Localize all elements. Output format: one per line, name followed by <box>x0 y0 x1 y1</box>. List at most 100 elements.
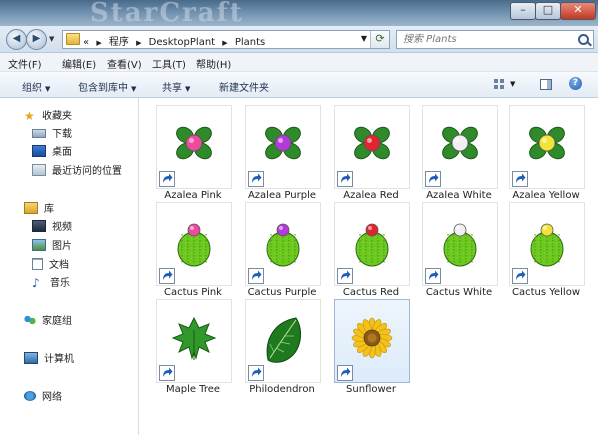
change-view-icon[interactable] <box>494 79 504 89</box>
video-library-icon <box>32 220 46 232</box>
chevron-down-icon: ▼ <box>45 85 51 93</box>
title-bar[interactable]: StarCraft – □ ✕ <box>0 0 598 28</box>
file-tile[interactable] <box>245 105 321 189</box>
organize-button[interactable]: 组织 ▼ <box>22 79 50 94</box>
picture-library-icon <box>32 239 46 251</box>
include-in-library-label: 包含到库中 <box>78 83 128 94</box>
search-input[interactable] <box>403 31 563 47</box>
chevron-right-icon[interactable]: ▶ <box>222 39 227 47</box>
breadcrumb-item-desktopplant[interactable]: DesktopPlant <box>149 37 215 48</box>
file-name-label[interactable]: Cactus Yellow <box>498 287 594 298</box>
file-name-label[interactable]: Azalea Red <box>323 190 419 201</box>
file-tile[interactable] <box>156 105 232 189</box>
file-name-label[interactable]: Azalea Yellow <box>498 190 594 201</box>
breadcrumb-item-programs[interactable]: 程序 <box>109 37 129 48</box>
file-name-label[interactable]: Azalea Pink <box>145 190 241 201</box>
file-tile[interactable] <box>245 299 321 383</box>
breadcrumb-item-plants[interactable]: Plants <box>235 37 265 48</box>
file-tile[interactable] <box>334 202 410 286</box>
new-folder-button[interactable]: 新建文件夹 <box>219 79 269 94</box>
shortcut-arrow-icon <box>159 171 175 187</box>
shortcut-arrow-icon <box>337 268 353 284</box>
computer-icon <box>24 352 38 364</box>
file-tile[interactable] <box>245 202 321 286</box>
close-button[interactable]: ✕ <box>560 2 596 20</box>
menu-tools[interactable]: 工具(T) <box>152 56 186 71</box>
refresh-icon[interactable]: ⟳ <box>370 31 389 48</box>
file-tile[interactable] <box>509 105 585 189</box>
folder-icon <box>66 33 80 45</box>
file-tile[interactable] <box>509 202 585 286</box>
menu-edit[interactable]: 编辑(E) <box>62 56 96 71</box>
nav-label: 库 <box>44 204 54 215</box>
downloads-folder-icon <box>32 128 46 138</box>
address-bar[interactable]: « ▶ 程序 ▶ DesktopPlant ▶ Plants ▼ ⟳ <box>62 30 390 49</box>
nav-label: 文档 <box>49 260 69 271</box>
nav-pictures[interactable]: 图片 <box>32 239 72 254</box>
nav-computer[interactable]: 计算机 <box>24 352 74 367</box>
address-history-dropdown-icon[interactable]: ▼ <box>361 34 367 43</box>
minimize-button[interactable]: – <box>510 2 536 20</box>
menu-help[interactable]: 帮助(H) <box>196 56 231 71</box>
file-name-label[interactable]: Maple Tree <box>145 384 241 395</box>
nav-homegroup[interactable]: 家庭组 <box>24 314 72 329</box>
file-name-label[interactable]: Cactus Purple <box>234 287 330 298</box>
file-name-label[interactable]: Sunflower <box>323 384 419 395</box>
breadcrumb-overflow[interactable]: « <box>83 37 89 48</box>
file-tile[interactable] <box>156 299 232 383</box>
file-tile[interactable] <box>422 105 498 189</box>
file-name-label[interactable]: Cactus Pink <box>145 287 241 298</box>
menu-file[interactable]: 文件(F) <box>8 56 42 71</box>
search-icon[interactable] <box>578 34 589 45</box>
shortcut-arrow-icon <box>337 171 353 187</box>
nav-desktop[interactable]: 桌面 <box>32 145 72 160</box>
document-library-icon <box>32 258 43 270</box>
shortcut-arrow-icon <box>425 268 441 284</box>
menu-view[interactable]: 查看(V) <box>107 56 142 71</box>
nav-label: 家庭组 <box>42 316 72 327</box>
nav-favorites[interactable]: ★ 收藏夹 <box>24 109 72 124</box>
shortcut-arrow-icon <box>248 268 264 284</box>
include-in-library-button[interactable]: 包含到库中 ▼ <box>78 79 136 94</box>
forward-arrow-icon[interactable]: ▶ <box>26 29 47 50</box>
menu-bar: 文件(F) 编辑(E) 查看(V) 工具(T) 帮助(H) <box>0 53 598 72</box>
nav-label: 图片 <box>52 241 72 252</box>
preview-pane-icon[interactable] <box>540 79 552 90</box>
navigation-pane: ★ 收藏夹 下载 桌面 最近访问的位置 库 视频 图片 文档 ♪ 音乐 家庭组 计算… <box>0 98 139 435</box>
shortcut-arrow-icon <box>512 268 528 284</box>
nav-documents[interactable]: 文档 <box>32 258 69 273</box>
nav-videos[interactable]: 视频 <box>32 220 72 235</box>
recent-pages-dropdown-icon[interactable]: ▼ <box>49 35 54 43</box>
nav-music[interactable]: ♪ 音乐 <box>32 276 70 291</box>
view-options-dropdown-icon[interactable]: ▼ <box>510 80 515 88</box>
explorer-window: StarCraft – □ ✕ ◀ ▶ ▼ « ▶ 程序 ▶ DesktopPl… <box>0 0 598 435</box>
share-button[interactable]: 共享 ▼ <box>162 79 190 94</box>
file-tile[interactable] <box>156 202 232 286</box>
library-icon <box>24 202 38 214</box>
chevron-right-icon[interactable]: ▶ <box>136 39 141 47</box>
nav-label: 计算机 <box>44 354 74 365</box>
file-name-label[interactable]: Philodendron <box>234 384 330 395</box>
file-name-label[interactable]: Azalea White <box>411 190 507 201</box>
file-name-label[interactable]: Cactus White <box>411 287 507 298</box>
nav-label: 最近访问的位置 <box>52 166 122 177</box>
file-tile[interactable] <box>334 299 410 383</box>
chevron-right-icon[interactable]: ▶ <box>96 39 101 47</box>
help-icon[interactable]: ? <box>569 77 582 90</box>
file-name-label[interactable]: Azalea Purple <box>234 190 330 201</box>
file-tile[interactable] <box>422 202 498 286</box>
nav-network[interactable]: 网络 <box>24 390 62 405</box>
file-name-label[interactable]: Cactus Red <box>323 287 419 298</box>
nav-label: 网络 <box>42 392 62 403</box>
search-box[interactable] <box>396 30 594 49</box>
nav-recent-places[interactable]: 最近访问的位置 <box>32 164 122 179</box>
maximize-button[interactable]: □ <box>535 2 561 20</box>
file-tile[interactable] <box>334 105 410 189</box>
back-arrow-icon[interactable]: ◀ <box>6 29 27 50</box>
shortcut-arrow-icon <box>512 171 528 187</box>
shortcut-arrow-icon <box>248 171 264 187</box>
nav-libraries[interactable]: 库 <box>24 202 54 217</box>
organize-label: 组织 <box>22 83 42 94</box>
nav-downloads[interactable]: 下载 <box>32 127 72 142</box>
homegroup-icon <box>24 315 36 325</box>
